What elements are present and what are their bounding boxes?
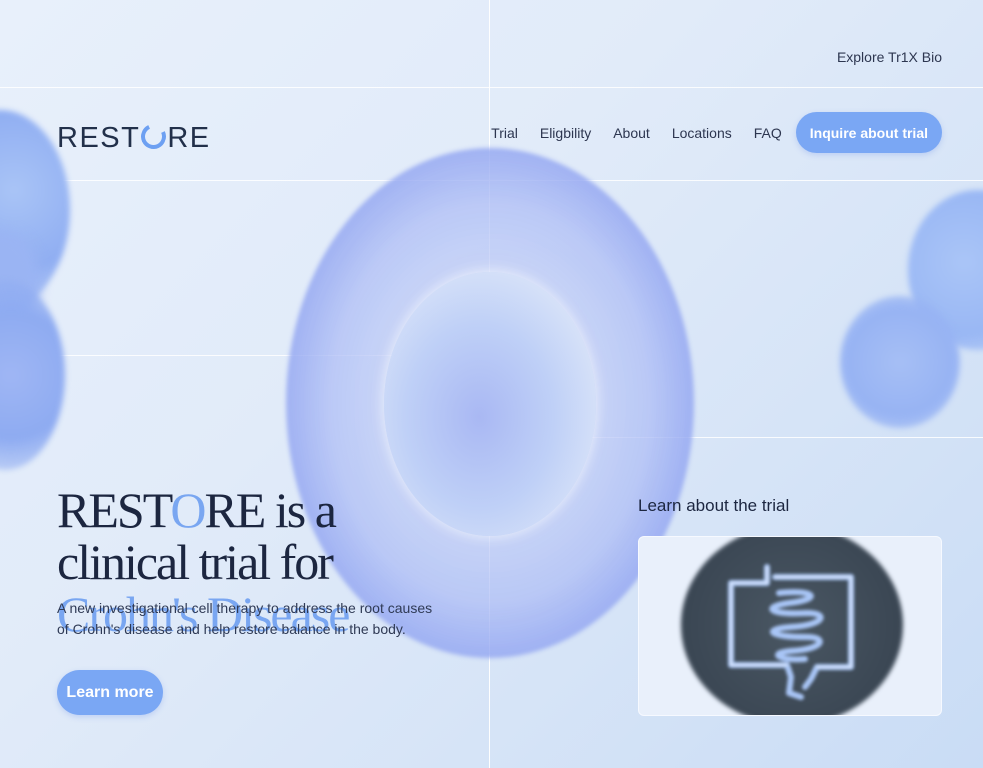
nav-item-faq[interactable]: FAQ — [754, 125, 782, 141]
nav-item-locations[interactable]: Locations — [672, 125, 732, 141]
trial-video-card[interactable] — [638, 536, 942, 716]
intestine-icon — [728, 564, 854, 700]
learn-more-button[interactable]: Learn more — [57, 670, 163, 715]
hero-subtitle: A new investigational cell therapy to ad… — [57, 600, 433, 637]
nav-item-trial[interactable]: Trial — [491, 125, 518, 141]
nav-item-about[interactable]: About — [613, 125, 650, 141]
explore-tr1x-link[interactable]: Explore Tr1X Bio — [837, 49, 942, 65]
inquire-button[interactable]: Inquire about trial — [795, 112, 942, 153]
restore-logo[interactable]: REST RE — [57, 120, 211, 155]
decorative-blob — [840, 296, 960, 428]
main-nav: Trial Eligbility About Locations FAQ Inq… — [491, 112, 942, 153]
trial-section-heading: Learn about the trial — [638, 496, 790, 515]
logo-o-icon — [137, 120, 170, 153]
hero-title-o: O — [170, 482, 206, 538]
logo-text-suffix: RE — [167, 122, 211, 154]
hero-title-part1: REST — [57, 482, 172, 538]
nav-item-eligibility[interactable]: Eligbility — [540, 125, 591, 141]
logo-text-prefix: REST — [57, 122, 141, 154]
